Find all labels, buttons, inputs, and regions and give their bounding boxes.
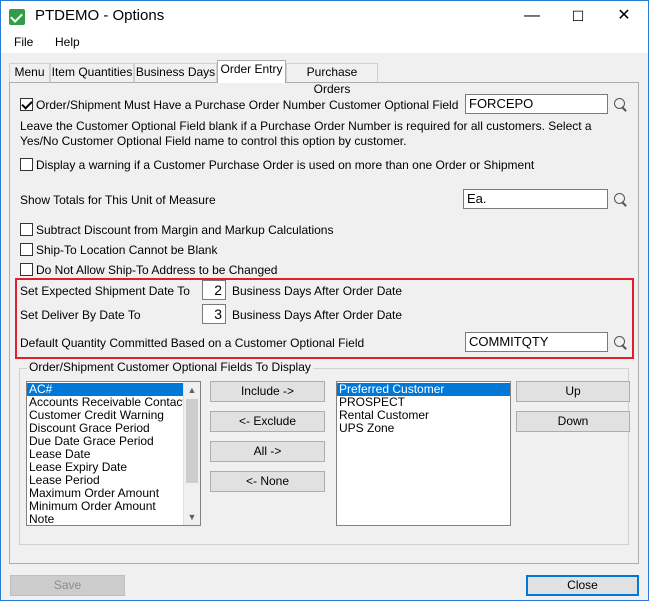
exclude-button[interactable]: <- Exclude — [210, 411, 325, 432]
customer-optional-field-label: Customer Optional Field — [329, 98, 459, 112]
maximize-button[interactable]: ☐ — [555, 1, 601, 32]
scroll-thumb[interactable] — [186, 399, 198, 483]
list-item[interactable]: Lease Period — [27, 474, 184, 487]
list-item[interactable]: Lease Date — [27, 448, 184, 461]
list-item[interactable]: Note — [27, 513, 184, 525]
no-shipto-change-label: Do Not Allow Ship-To Address to be Chang… — [36, 263, 278, 277]
list-item[interactable]: Maximum Order Amount — [27, 487, 184, 500]
available-fields-list[interactable]: AC# Accounts Receivable Contact Type Cus… — [26, 381, 201, 526]
show-totals-input[interactable]: Ea. — [463, 189, 608, 209]
shipto-not-blank-label: Ship-To Location Cannot be Blank — [36, 243, 218, 257]
include-button[interactable]: Include -> — [210, 381, 325, 402]
options-window: PTDEMO - Options — ☐ ✕ File Help Menu It… — [0, 0, 649, 601]
list-item[interactable]: Discount Grace Period — [27, 422, 184, 435]
expected-ship-days-input[interactable]: 2 — [202, 280, 226, 300]
expected-ship-label: Set Expected Shipment Date To — [20, 284, 190, 298]
tab-menu[interactable]: Menu — [9, 63, 50, 82]
scroll-up-icon[interactable]: ▲ — [184, 382, 200, 398]
customer-optional-field-input[interactable]: FORCEPO — [465, 94, 608, 114]
selected-fields-list[interactable]: Preferred Customer PROSPECT Rental Custo… — [336, 381, 511, 526]
po-required-checkbox[interactable] — [20, 98, 33, 111]
list-item[interactable]: Minimum Order Amount — [27, 500, 184, 513]
window-title: PTDEMO - Options — [35, 7, 165, 24]
move-down-button[interactable]: Down — [516, 411, 630, 432]
po-required-label: Order/Shipment Must Have a Purchase Orde… — [36, 98, 326, 112]
tab-purchase-orders[interactable]: Purchase Orders — [286, 63, 378, 96]
search-icon[interactable] — [613, 335, 629, 351]
minimize-button[interactable]: — — [509, 1, 555, 32]
menu-file[interactable]: File — [14, 35, 33, 49]
subtract-discount-checkbox[interactable] — [20, 223, 33, 236]
optional-fields-group-title: Order/Shipment Customer Optional Fields … — [27, 360, 313, 374]
list-item[interactable]: Rental Customer — [337, 409, 510, 422]
help-text: Leave the Customer Optional Field blank … — [20, 119, 592, 148]
tab-order-entry[interactable]: Order Entry — [217, 60, 286, 83]
search-icon[interactable] — [613, 192, 629, 208]
no-shipto-change-checkbox[interactable] — [20, 263, 33, 276]
deliver-by-days-input[interactable]: 3 — [202, 304, 226, 324]
scroll-down-icon[interactable]: ▼ — [184, 509, 200, 525]
show-totals-label: Show Totals for This Unit of Measure — [20, 193, 216, 207]
expected-ship-suffix: Business Days After Order Date — [232, 284, 403, 298]
deliver-by-label: Set Deliver By Date To — [20, 308, 141, 322]
menu-help[interactable]: Help — [55, 35, 80, 49]
warn-po-used-checkbox[interactable] — [20, 158, 33, 171]
tab-item-quantities[interactable]: Item Quantities — [50, 63, 134, 82]
list-item[interactable]: Lease Expiry Date — [27, 461, 184, 474]
search-icon[interactable] — [613, 97, 629, 113]
list-item[interactable]: PROSPECT — [337, 396, 510, 409]
subtract-discount-label: Subtract Discount from Margin and Markup… — [36, 223, 334, 237]
list-item[interactable]: UPS Zone — [337, 422, 510, 435]
exclude-none-button[interactable]: <- None — [210, 471, 325, 492]
save-button[interactable]: Save — [10, 575, 125, 596]
move-up-button[interactable]: Up — [516, 381, 630, 402]
include-all-button[interactable]: All -> — [210, 441, 325, 462]
list-item[interactable]: AC# — [27, 383, 184, 396]
list-scrollbar[interactable]: ▲ ▼ — [183, 382, 200, 525]
list-item[interactable]: Accounts Receivable Contact Type — [27, 396, 184, 409]
list-item[interactable]: Customer Credit Warning — [27, 409, 184, 422]
warn-po-used-label: Display a warning if a Customer Purchase… — [36, 158, 535, 172]
app-icon — [9, 9, 25, 25]
list-item[interactable]: Preferred Customer — [337, 383, 510, 396]
close-button[interactable]: Close — [526, 575, 639, 596]
title-bar: PTDEMO - Options — ☐ ✕ — [1, 1, 648, 32]
deliver-by-suffix: Business Days After Order Date — [232, 308, 403, 322]
menu-bar: File Help — [1, 32, 648, 53]
default-qty-label: Default Quantity Committed Based on a Cu… — [20, 336, 365, 350]
shipto-not-blank-checkbox[interactable] — [20, 243, 33, 256]
close-window-button[interactable]: ✕ — [601, 1, 647, 32]
default-qty-field-input[interactable]: COMMITQTY — [465, 332, 608, 352]
list-item[interactable]: Due Date Grace Period — [27, 435, 184, 448]
tab-business-days[interactable]: Business Days — [134, 63, 217, 82]
